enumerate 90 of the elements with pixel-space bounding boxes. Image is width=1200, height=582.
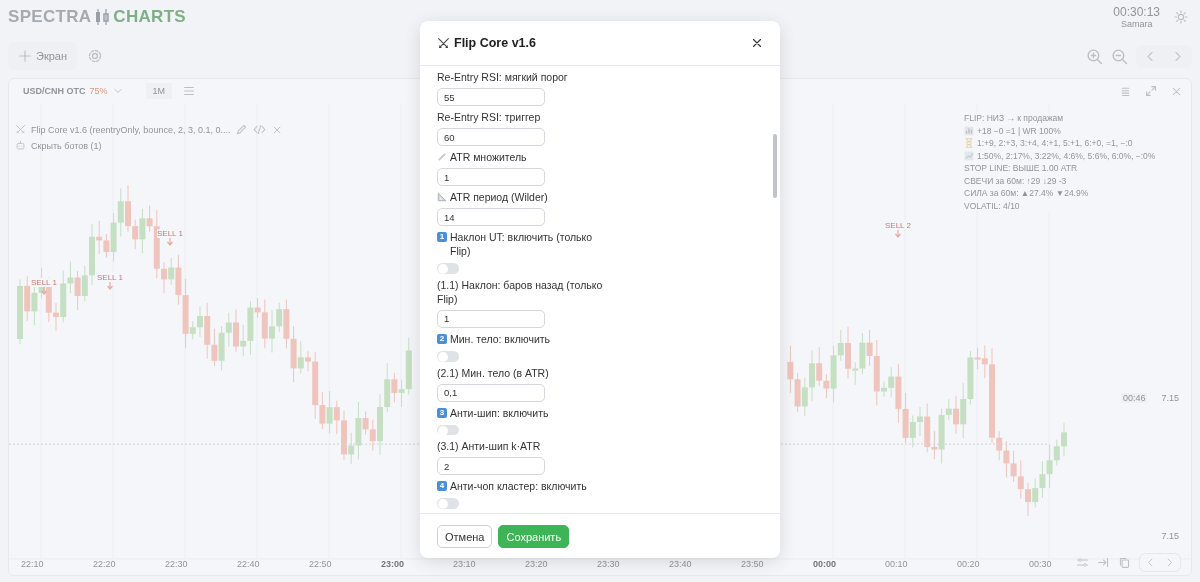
settings-icon[interactable]: [87, 48, 104, 64]
stats-line: СИЛА за 60м: ▲27.4% ▼24.9%: [964, 188, 1089, 198]
number-badge: 2: [437, 333, 447, 344]
bar-chart-icon: [964, 125, 974, 136]
number-field[interactable]: 60: [437, 128, 545, 147]
time-axis-label: 23:10: [453, 559, 477, 569]
sell-signal-label: SELL 2: [885, 221, 911, 230]
time-axis-label: 23:50: [741, 559, 765, 569]
sell-signal-label: SELL 1: [31, 278, 57, 287]
indicator-label: Flip Core v1.6 (reentryOnly, bounce, 2, 3, 0.1, 0....: [31, 124, 231, 135]
down-arrow-icon: [165, 238, 174, 246]
field-label: Re-Entry RSI: мягкий порог: [437, 70, 568, 84]
field-label: Анти-чоп кластер: включить: [450, 479, 587, 494]
number-badge: 3: [437, 407, 447, 418]
time-axis-label: 00:00: [813, 559, 838, 569]
pager-control[interactable]: [1139, 553, 1181, 572]
time-axis-label: 22:50: [309, 559, 333, 569]
stats-line: STOP LINE: ВЫШЕ 1.00 ATR: [964, 163, 1078, 173]
sell-signal-label: SELL 1: [97, 273, 123, 282]
stats-line: VOLATIL: 4/10: [964, 200, 1020, 211]
countdown-label: 00:46: [1120, 393, 1148, 403]
field-label: Анти-шип: включить: [450, 405, 549, 420]
time-axis-label: 22:10: [21, 559, 45, 569]
copy-icon[interactable]: [1118, 556, 1131, 569]
time-axis-label: 22:20: [93, 559, 117, 569]
close-icon[interactable]: [750, 36, 764, 50]
number-field[interactable]: 0,1: [437, 383, 545, 402]
price-label: 7.15: [1161, 393, 1179, 403]
number-field[interactable]: 1: [437, 168, 545, 187]
toggle-switch[interactable]: [437, 498, 459, 509]
stats-line: FLIP: НИЗ → к продажам: [964, 113, 1064, 123]
robot-icon: [15, 140, 26, 151]
scrollbar-thumb[interactable]: [773, 134, 777, 198]
field-label: (3.1) Анти-шип k·ATR: [437, 439, 541, 454]
down-arrow-icon: [39, 287, 48, 295]
cancel-button[interactable]: Отмена: [437, 524, 493, 548]
field-label: Re-Entry RSI: триггер: [437, 110, 541, 125]
trend-chart-icon: [964, 150, 974, 161]
expand-icon[interactable]: [1144, 84, 1158, 98]
code-icon[interactable]: [253, 123, 267, 136]
sliders-icon[interactable]: [1076, 556, 1089, 569]
ruler-icon: [437, 152, 447, 163]
candles-logo-icon: [94, 8, 111, 26]
toggle-switch[interactable]: [437, 350, 459, 362]
stats-line: СВЕЧИ за 60м: ↑29 ↓29 -3: [964, 175, 1067, 186]
time-axis-label: 23:30: [597, 559, 621, 569]
logo-text: CHARTS: [113, 7, 186, 27]
swords-icon: [437, 36, 450, 50]
time-axis-label: 23:20: [525, 559, 549, 569]
sell-signal-label: SELL 1: [157, 229, 183, 238]
hourglass-icon: [964, 138, 974, 148]
toggle-switch[interactable]: [437, 263, 459, 274]
swords-icon: [15, 124, 26, 135]
toggle-switch[interactable]: [437, 424, 459, 436]
timezone-label: Samara: [1120, 19, 1153, 29]
time-axis-label: 22:30: [165, 559, 189, 569]
scroll-to-end-icon[interactable]: [1097, 556, 1110, 569]
plus-icon: [18, 49, 32, 63]
down-arrow-icon: [105, 282, 114, 290]
field-label: Мин. тело: включить: [450, 331, 551, 346]
theme-toggle-icon[interactable]: [1174, 10, 1188, 24]
price-axis-label: 7.15: [1161, 531, 1179, 541]
field-label: (2.1) Мин. тело (в ATR): [437, 365, 549, 380]
time-axis-label: 23:40: [669, 559, 693, 569]
number-badge: 4: [437, 481, 447, 492]
field-label: ATR множитель: [450, 150, 527, 165]
number-badge: 1: [437, 232, 447, 243]
number-field[interactable]: 55: [437, 88, 545, 107]
time-axis-label: 22:40: [237, 559, 261, 569]
time-axis-label: 00:20: [957, 559, 981, 569]
time-axis-label: 00:30: [1029, 559, 1052, 569]
down-arrow-icon: [893, 230, 902, 238]
zoom-in-icon[interactable]: [1086, 47, 1103, 65]
stats-line: 1:50%, 2:17%, 3:22%, 4:6%, 5:6%, 6:0%, −:0%: [977, 150, 1156, 161]
zoom-out-icon[interactable]: [1111, 47, 1128, 65]
number-field[interactable]: 14: [437, 208, 545, 227]
logo-text: SPECTRA: [8, 7, 92, 27]
clock-time: 00:30:13: [1113, 5, 1160, 19]
field-label: Наклон UT: включить (только Flip): [450, 230, 594, 259]
dialog-title: Flip Core v1.6: [454, 36, 536, 50]
stats-line: +18 −0 =1 | WR 100%: [977, 125, 1061, 136]
time-axis-label: 23:00: [381, 559, 406, 569]
field-label: (1.1) Наклон: баров назад (только Flip): [437, 277, 604, 306]
number-field[interactable]: 2: [437, 457, 545, 476]
stats-line: 1:+9, 2:+3, 3:+4, 4:+1, 5:+1, 6:+0, =1, −:0: [977, 138, 1133, 148]
number-field[interactable]: 1: [437, 309, 545, 328]
time-axis-label: 00:10: [885, 559, 909, 569]
menu-icon[interactable]: [182, 84, 197, 98]
field-label: ATR период (Wilder): [450, 190, 548, 205]
edit-icon[interactable]: [235, 123, 249, 136]
